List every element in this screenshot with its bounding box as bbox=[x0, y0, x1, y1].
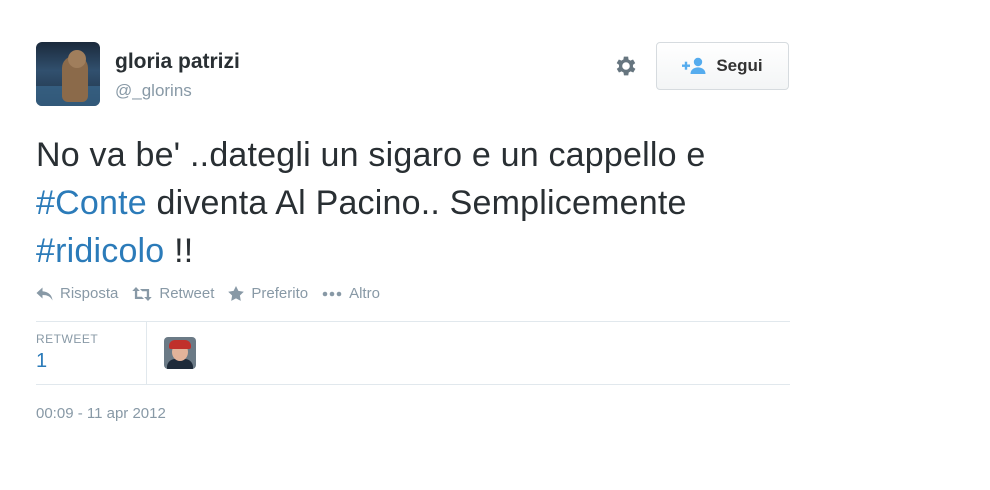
reply-action[interactable]: Risposta bbox=[36, 285, 118, 302]
tweet-actions: Risposta Retweet Preferito Altro bbox=[36, 285, 394, 302]
favorite-action[interactable]: Preferito bbox=[228, 285, 308, 302]
tweet-text: No va be' ..dategli un sigaro e un cappe… bbox=[36, 131, 796, 275]
gear-icon[interactable] bbox=[613, 53, 639, 79]
tweet-text-part: !! bbox=[164, 232, 194, 270]
stats-divider bbox=[146, 322, 147, 384]
avatar-head bbox=[68, 50, 86, 68]
follow-button-label: Segui bbox=[716, 56, 763, 75]
more-dots-icon bbox=[322, 291, 342, 296]
divider bbox=[36, 384, 790, 385]
retweet-count[interactable]: 1 bbox=[36, 350, 47, 373]
divider bbox=[36, 321, 790, 322]
reply-icon bbox=[36, 287, 53, 300]
add-user-icon bbox=[682, 57, 708, 75]
follow-button[interactable]: Segui bbox=[656, 42, 789, 90]
star-icon bbox=[228, 286, 245, 301]
more-label: Altro bbox=[349, 285, 380, 302]
retweet-icon bbox=[132, 286, 153, 301]
hashtag-link[interactable]: #Conte bbox=[36, 184, 147, 222]
reply-label: Risposta bbox=[60, 285, 119, 302]
more-action[interactable]: Altro bbox=[322, 285, 380, 302]
tweet-timestamp[interactable]: 00:09 - 11 apr 2012 bbox=[36, 405, 166, 422]
tweet-text-part: diventa Al Pacino.. Semplicemente bbox=[146, 184, 687, 222]
retweet-action[interactable]: Retweet bbox=[132, 285, 214, 302]
retweet-stats-label: RETWEET bbox=[36, 332, 99, 346]
profile-avatar[interactable] bbox=[36, 42, 100, 106]
retweet-label: Retweet bbox=[159, 285, 215, 302]
retweeter-avatar[interactable] bbox=[164, 337, 196, 369]
tweet-text-part: No va be' ..dategli un sigaro e un cappe… bbox=[36, 136, 706, 174]
avatar-cap bbox=[169, 340, 191, 349]
hashtag-link[interactable]: #ridicolo bbox=[36, 232, 164, 270]
user-handle[interactable]: @_glorins bbox=[115, 81, 192, 101]
favorite-label: Preferito bbox=[251, 285, 309, 302]
user-name[interactable]: gloria patrizi bbox=[115, 50, 240, 74]
